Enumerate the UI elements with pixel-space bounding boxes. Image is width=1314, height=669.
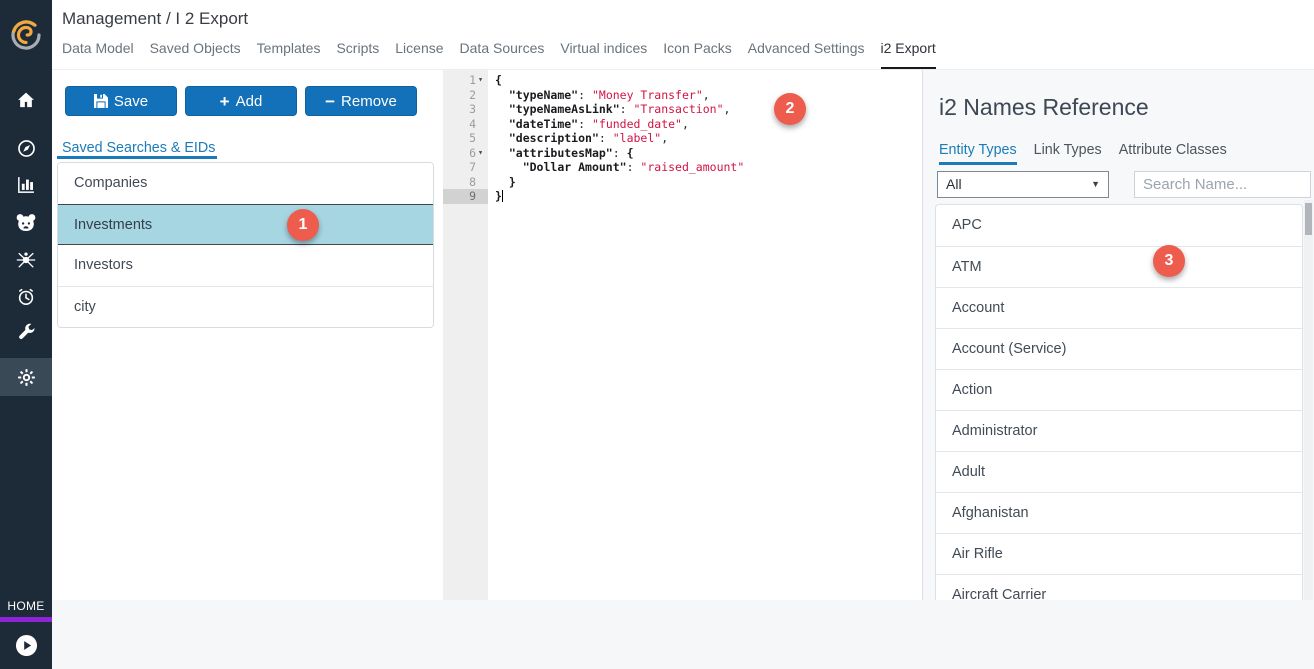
list-scrollbar[interactable] [1304,200,1313,600]
save-floppy-icon [94,94,108,108]
entity-types-list: APCATMAccountAccount (Service)ActionAdmi… [935,204,1303,600]
editor-line: 6▾ "attributesMap": { [443,146,922,161]
entity-type-filter-select[interactable]: All ▼ [937,171,1109,198]
json-config-editor[interactable]: 1▾{2 "typeName": "Money Transfer",3 "typ… [443,70,922,600]
save-button[interactable]: Save [65,86,177,116]
saved-searches-panel: Save + Add − Remove Saved Searches & EID… [52,70,443,600]
tab-templates[interactable]: Templates [257,40,321,69]
entity-type-item-action[interactable]: Action [936,369,1302,410]
home-icon[interactable] [0,81,52,119]
entity-type-item-air-rifle[interactable]: Air Rifle [936,533,1302,574]
page-header: Management / I 2 Export Data Model Saved … [52,0,1314,70]
tab-attribute-classes[interactable]: Attribute Classes [1119,142,1227,165]
breadcrumb: Management / I 2 Export [62,9,248,29]
search-name-input[interactable] [1134,171,1311,198]
reference-tabs: Entity Types Link Types Attribute Classes [939,142,1227,165]
editor-line: 1▾{ [443,73,922,88]
tab-entity-types[interactable]: Entity Types [939,142,1017,165]
saved-searches-list: CompaniesInvestmentsInvestorscity [57,162,434,328]
editor-line: 5 "description": "label", [443,131,922,146]
siren-logo-icon[interactable] [0,0,52,70]
graph-browser-icon[interactable] [0,204,52,242]
editor-line: 4 "dateTime": "funded_date", [443,117,922,132]
entity-type-item-administrator[interactable]: Administrator [936,410,1302,451]
editor-line: 3 "typeNameAsLink": "Transaction", [443,102,922,117]
entity-type-item-account-service[interactable]: Account (Service) [936,328,1302,369]
fold-caret-icon[interactable]: ▾ [476,73,488,88]
home-breadcrumb-label[interactable]: HOME [0,599,52,613]
tab-virtual-indices[interactable]: Virtual indices [560,40,647,69]
fold-caret-icon[interactable]: ▾ [476,146,488,161]
active-tab-underline [57,156,217,159]
text-cursor [502,190,504,202]
remove-button[interactable]: − Remove [305,86,417,116]
entity-type-item-adult[interactable]: Adult [936,451,1302,492]
scheduler-clock-icon[interactable] [0,278,52,316]
entity-type-item-afghanistan[interactable]: Afghanistan [936,492,1302,533]
tab-advanced-settings[interactable]: Advanced Settings [748,40,865,69]
entity-type-item-atm[interactable]: ATM [936,246,1302,287]
tab-saved-objects[interactable]: Saved Objects [150,40,241,69]
saved-search-item-city[interactable]: city [58,286,433,327]
add-button[interactable]: + Add [185,86,297,116]
add-button-label: Add [236,93,263,110]
header-tabs: Data Model Saved Objects Templates Scripts L… [62,40,936,69]
scrollbar-thumb[interactable] [1305,203,1312,235]
tab-scripts[interactable]: Scripts [336,40,379,69]
annotation-badge-3: 3 [1153,245,1185,277]
annotation-badge-1: 1 [287,209,319,241]
remove-button-label: Remove [341,93,397,110]
entity-type-item-apc[interactable]: APC [936,205,1302,246]
tab-data-model[interactable]: Data Model [62,40,134,69]
tools-wrench-icon[interactable] [0,314,52,352]
entity-type-item-aircraft-carrier[interactable]: Aircraft Carrier [936,574,1302,600]
annotation-badge-2: 2 [774,93,806,125]
tab-data-sources[interactable]: Data Sources [460,40,545,69]
management-gear-icon[interactable] [0,358,52,396]
i2-names-reference-panel: i2 Names Reference Entity Types Link Type… [922,70,1314,600]
chevron-down-icon: ▼ [1091,172,1100,197]
play-icon[interactable] [15,634,38,657]
panel-title: i2 Names Reference [939,94,1149,121]
discover-compass-icon[interactable] [0,129,52,167]
editor-line: 9} [443,189,922,204]
save-button-label: Save [114,93,148,110]
app-sidebar: HOME [0,0,52,669]
editor-line: 7 "Dollar Amount": "raised_amount" [443,160,922,175]
selected-filter-value: All [946,176,962,192]
visualize-chart-icon[interactable] [0,166,52,204]
accent-divider [0,617,52,622]
tab-saved-searches-eids[interactable]: Saved Searches & EIDs [62,140,215,156]
saved-search-item-companies[interactable]: Companies [58,163,433,204]
tab-i2-export[interactable]: i2 Export [881,40,936,69]
tab-link-types[interactable]: Link Types [1034,142,1102,165]
saved-search-item-investors[interactable]: Investors [58,245,433,286]
editor-line: 2 "typeName": "Money Transfer", [443,88,922,103]
editor-line: 8 } [443,175,922,190]
saved-search-item-investments[interactable]: Investments [58,204,433,245]
editor-actions: Save + Add − Remove [65,86,417,116]
minus-icon: − [325,93,335,110]
tab-icon-packs[interactable]: Icon Packs [663,40,731,69]
tab-license[interactable]: License [395,40,443,69]
editor-lines: 1▾{2 "typeName": "Money Transfer",3 "typ… [443,73,922,204]
entity-type-item-account[interactable]: Account [936,287,1302,328]
topology-spider-icon[interactable] [0,241,52,279]
plus-icon: + [220,93,230,110]
